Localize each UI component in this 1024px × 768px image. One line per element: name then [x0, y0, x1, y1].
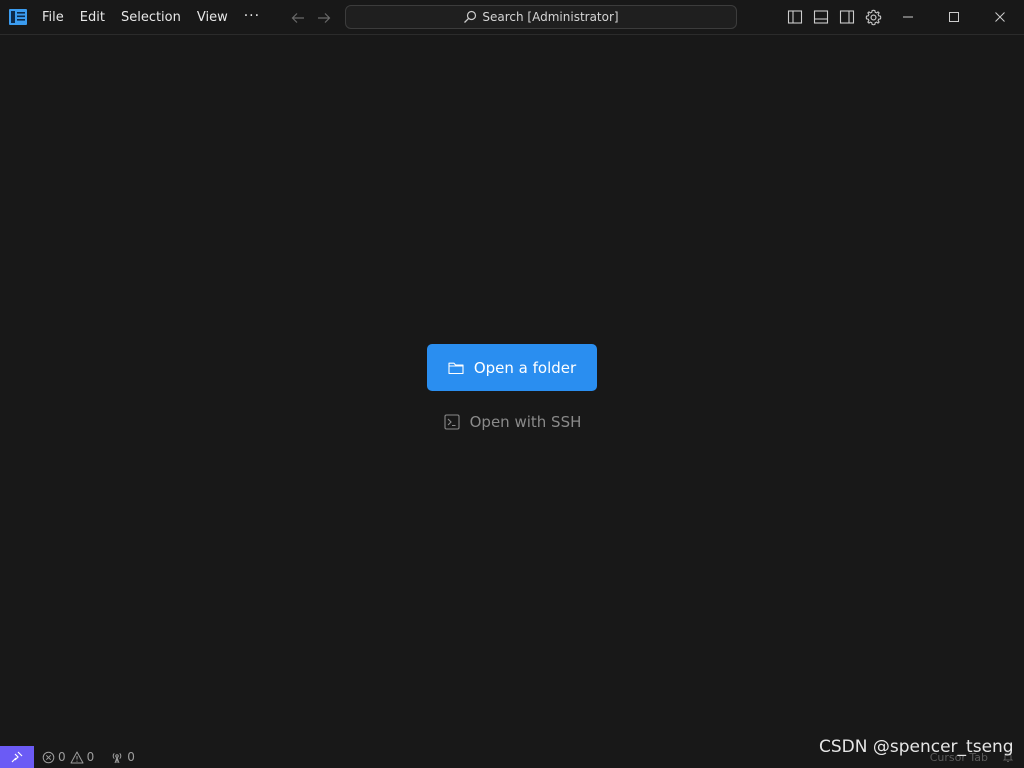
ports-count: 0: [127, 750, 135, 764]
editor-logo-icon[interactable]: [9, 8, 27, 26]
open-ssh-label: Open with SSH: [469, 413, 582, 431]
watermark-text: CSDN @spencer_tseng: [819, 737, 1014, 757]
warning-icon: [70, 751, 84, 763]
title-bar: File Edit Selection View ··· Search [Adm…: [0, 0, 1024, 35]
folder-icon: [448, 362, 464, 374]
back-button[interactable]: [288, 8, 308, 28]
broadcast-icon: [112, 752, 122, 763]
maximize-icon: [949, 12, 959, 22]
toggle-secondary-sidebar-button[interactable]: [838, 8, 856, 26]
toggle-secondary-sidebar-icon: [839, 10, 855, 24]
toggle-panel-icon: [813, 10, 829, 24]
remote-indicator-button[interactable]: [0, 746, 34, 768]
error-icon: [42, 751, 55, 763]
ports-indicator[interactable]: 0: [110, 750, 135, 764]
error-count: 0: [58, 750, 66, 764]
menu-more-button[interactable]: ···: [236, 6, 268, 30]
toggle-primary-sidebar-button[interactable]: [786, 8, 804, 26]
minimize-button[interactable]: [885, 0, 931, 34]
close-button[interactable]: [977, 0, 1023, 34]
arrow-left-icon: [291, 13, 304, 23]
menu-selection[interactable]: Selection: [113, 6, 189, 30]
remote-icon: [11, 751, 23, 763]
open-folder-button[interactable]: Open a folder: [427, 344, 597, 391]
maximize-button[interactable]: [931, 0, 977, 34]
menu-file[interactable]: File: [34, 6, 72, 30]
problems-indicator[interactable]: 0 0: [42, 750, 94, 764]
close-icon: [995, 12, 1005, 22]
terminal-icon: [444, 414, 460, 430]
forward-button[interactable]: [314, 8, 334, 28]
warning-count: 0: [86, 750, 95, 764]
minimize-icon: [903, 16, 913, 18]
search-label: Search [Administrator]: [482, 10, 619, 24]
menu-edit[interactable]: Edit: [72, 6, 113, 30]
arrow-right-icon: [318, 13, 331, 23]
menu-bar: File Edit Selection View ···: [34, 0, 268, 35]
gear-icon: [865, 9, 881, 25]
settings-button[interactable]: [864, 8, 882, 26]
open-folder-label: Open a folder: [473, 358, 577, 377]
search-icon: [464, 10, 477, 23]
toggle-panel-button[interactable]: [812, 8, 830, 26]
toggle-primary-sidebar-icon: [787, 10, 803, 24]
command-search-box[interactable]: Search [Administrator]: [345, 5, 737, 29]
menu-view[interactable]: View: [189, 6, 236, 30]
open-ssh-button[interactable]: Open with SSH: [440, 408, 585, 436]
